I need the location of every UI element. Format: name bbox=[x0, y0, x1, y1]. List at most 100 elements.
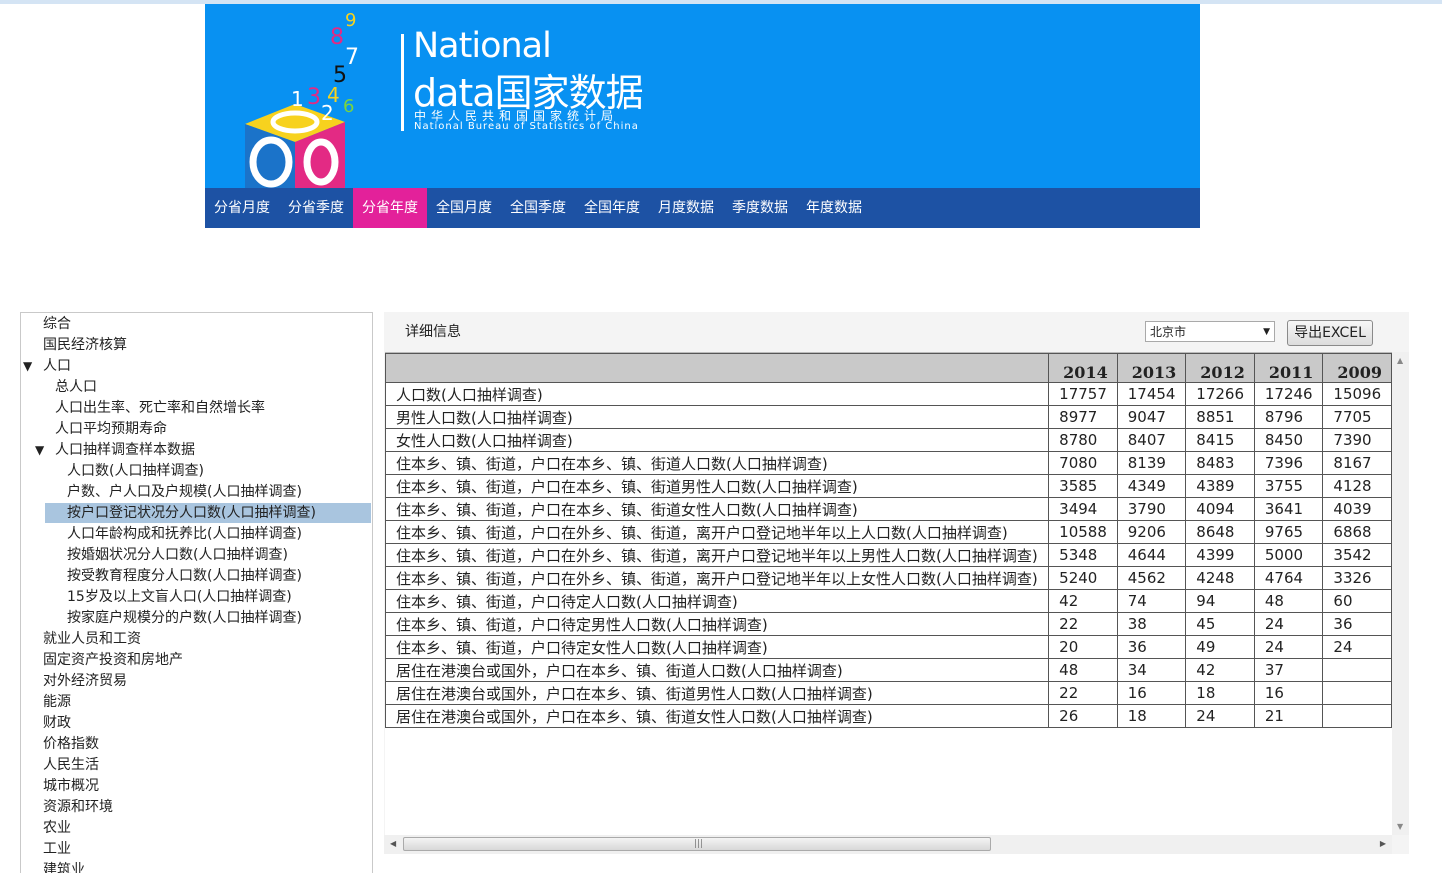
indicator-name-cell: 住本乡、镇、街道，户口在外乡、镇、街道，离开户口登记地半年以上人口数(人口抽样调… bbox=[385, 520, 1050, 544]
value-cell: 4039 bbox=[1322, 497, 1392, 521]
nav-item-3[interactable]: 全国月度 bbox=[427, 188, 501, 228]
column-header-year[interactable]: 2012 bbox=[1185, 353, 1255, 383]
indicator-name-cell: 居住在港澳台或国外，户口在本乡、镇、街道女性人口数(人口抽样调查) bbox=[385, 704, 1050, 728]
tree-item[interactable]: 总人口 bbox=[55, 377, 97, 397]
table-row: 居住在港澳台或国外，户口在本乡、镇、街道人口数(人口抽样调查) 48 34 42 37 bbox=[385, 658, 1392, 682]
value-cell: 4764 bbox=[1253, 566, 1324, 590]
digit-8: 8 bbox=[330, 25, 344, 50]
tree-item[interactable]: 按家庭户规模分的户数(人口抽样调查) bbox=[67, 608, 302, 628]
horizontal-scroll-thumb[interactable]: ||| bbox=[403, 837, 991, 851]
value-cell: 24 bbox=[1253, 612, 1324, 636]
nav-item-6[interactable]: 月度数据 bbox=[649, 188, 723, 228]
triangle-down-icon[interactable]: ▼ bbox=[35, 440, 44, 460]
value-cell: 5000 bbox=[1253, 543, 1324, 567]
value-cell: 8780 bbox=[1048, 428, 1118, 452]
value-cell bbox=[1322, 658, 1392, 682]
tree-item[interactable]: 按户口登记状况分人口数(人口抽样调查) bbox=[45, 503, 371, 523]
tree-item[interactable]: 国民经济核算 bbox=[43, 335, 127, 355]
value-cell: 42 bbox=[1048, 589, 1118, 613]
value-cell: 3790 bbox=[1116, 497, 1187, 521]
table-row: 人口数(人口抽样调查) 17757 17454 17266 17246 15096 bbox=[385, 382, 1392, 406]
tree-item[interactable]: 按婚姻状况分人口数(人口抽样调查) bbox=[67, 545, 288, 565]
indicator-name-cell: 女性人口数(人口抽样调查) bbox=[385, 428, 1050, 452]
panel-title: 详细信息 bbox=[405, 324, 461, 340]
value-cell: 8139 bbox=[1116, 451, 1187, 475]
tree-item[interactable]: 人口数(人口抽样调查) bbox=[67, 461, 204, 481]
tree-item[interactable]: 价格指数 bbox=[43, 734, 99, 754]
nav-item-7[interactable]: 季度数据 bbox=[723, 188, 797, 228]
value-cell: 3585 bbox=[1048, 474, 1118, 498]
logo-divider bbox=[401, 34, 404, 131]
value-cell: 17266 bbox=[1185, 382, 1255, 406]
tree-item[interactable]: 人口出生率、死亡率和自然增长率 bbox=[55, 398, 265, 418]
value-cell: 8648 bbox=[1185, 520, 1255, 544]
indicator-name-cell: 住本乡、镇、街道，户口在外乡、镇、街道，离开户口登记地半年以上男性人口数(人口抽… bbox=[385, 543, 1050, 567]
arrow-up-icon[interactable]: ▲ bbox=[1397, 356, 1403, 365]
table-row: 居住在港澳台或国外，户口在本乡、镇、街道男性人口数(人口抽样调查) 22 16 18 1… bbox=[385, 681, 1392, 705]
tree-item[interactable]: 15岁及以上文盲人口(人口抽样调查) bbox=[67, 587, 292, 607]
value-cell bbox=[1322, 681, 1392, 705]
tree-item[interactable]: 财政 bbox=[43, 713, 71, 733]
value-cell: 16 bbox=[1116, 681, 1187, 705]
value-cell: 24 bbox=[1253, 635, 1324, 659]
tree-item[interactable]: 按受教育程度分人口数(人口抽样调查) bbox=[67, 566, 302, 586]
tree-item[interactable]: 人民生活 bbox=[43, 755, 99, 775]
tree-item[interactable]: 综合 bbox=[43, 314, 71, 334]
export-excel-button[interactable]: 导出EXCEL bbox=[1287, 320, 1373, 346]
value-cell: 6868 bbox=[1322, 520, 1392, 544]
tree-item[interactable]: 工业 bbox=[43, 839, 71, 859]
value-cell: 15096 bbox=[1322, 382, 1392, 406]
value-cell: 18 bbox=[1185, 681, 1255, 705]
tree-item[interactable]: 对外经济贸易 bbox=[43, 671, 127, 691]
table-row: 住本乡、镇、街道，户口待定男性人口数(人口抽样调查) 22 38 45 24 36 bbox=[385, 612, 1392, 636]
table-row: 男性人口数(人口抽样调查) 8977 9047 8851 8796 7705 bbox=[385, 405, 1392, 429]
vertical-scrollbar[interactable]: ▲ ▼ bbox=[1392, 352, 1409, 835]
tree-item[interactable]: 固定资产投资和房地产 bbox=[43, 650, 183, 670]
value-cell: 7705 bbox=[1322, 405, 1392, 429]
value-cell: 45 bbox=[1185, 612, 1255, 636]
tree-item[interactable]: 农业 bbox=[43, 818, 71, 838]
nav-item-2[interactable]: 分省年度 bbox=[353, 188, 427, 228]
tree-item[interactable]: 就业人员和工资 bbox=[43, 629, 141, 649]
digit-6: 6 bbox=[343, 96, 354, 117]
indicator-name-cell: 居住在港澳台或国外，户口在本乡、镇、街道人口数(人口抽样调查) bbox=[385, 658, 1050, 682]
arrow-right-icon[interactable]: ▶ bbox=[1380, 839, 1386, 848]
main-nav: 分省月度 分省季度 分省年度 全国月度 全国季度 全国年度 月度数据 季度数据 年度数据 bbox=[205, 188, 1200, 228]
tree-item[interactable]: 城市概况 bbox=[43, 776, 99, 796]
horizontal-scrollbar[interactable]: ◀ ||| ▶ bbox=[384, 835, 1392, 854]
column-header-year[interactable]: 2011 bbox=[1253, 353, 1324, 383]
nav-item-4[interactable]: 全国季度 bbox=[501, 188, 575, 228]
column-header-year[interactable]: 2013 bbox=[1116, 353, 1187, 383]
region-select[interactable]: 北京市 ▼ bbox=[1145, 321, 1275, 342]
tree-item[interactable]: 建筑业 bbox=[43, 860, 85, 873]
value-cell: 22 bbox=[1048, 612, 1118, 636]
nav-item-1[interactable]: 分省季度 bbox=[279, 188, 353, 228]
nav-item-8[interactable]: 年度数据 bbox=[797, 188, 871, 228]
detail-panel: 详细信息 北京市 ▼ 导出EXCEL 2014 2013 2012 2011 2009 … bbox=[384, 312, 1409, 854]
value-cell: 4248 bbox=[1185, 566, 1255, 590]
tree-item[interactable]: 人口平均预期寿命 bbox=[55, 419, 167, 439]
value-cell: 36 bbox=[1322, 612, 1392, 636]
tree-item[interactable]: 人口抽样调查样本数据 bbox=[55, 440, 195, 460]
value-cell: 42 bbox=[1185, 658, 1255, 682]
tree-item[interactable]: 能源 bbox=[43, 692, 71, 712]
tree-item[interactable]: 资源和环境 bbox=[43, 797, 113, 817]
arrow-down-icon[interactable]: ▼ bbox=[1397, 822, 1403, 831]
indicator-name-cell: 住本乡、镇、街道，户口待定人口数(人口抽样调查) bbox=[385, 589, 1050, 613]
value-cell: 8415 bbox=[1185, 428, 1255, 452]
value-cell: 8167 bbox=[1322, 451, 1392, 475]
tree-item[interactable]: 人口 bbox=[43, 356, 71, 376]
region-select-value: 北京市 bbox=[1150, 325, 1187, 339]
triangle-down-icon[interactable]: ▼ bbox=[23, 356, 32, 376]
value-cell: 7396 bbox=[1253, 451, 1324, 475]
grip-icon: ||| bbox=[694, 839, 704, 849]
arrow-left-icon[interactable]: ◀ bbox=[390, 839, 396, 848]
column-header-year[interactable]: 2014 bbox=[1048, 353, 1118, 383]
nav-item-0[interactable]: 分省月度 bbox=[205, 188, 279, 228]
nav-item-5[interactable]: 全国年度 bbox=[575, 188, 649, 228]
column-header-year[interactable]: 2009 bbox=[1322, 353, 1392, 383]
indicator-name-cell: 男性人口数(人口抽样调查) bbox=[385, 405, 1050, 429]
digit-9: 9 bbox=[345, 10, 356, 31]
tree-item[interactable]: 户数、户人口及户规模(人口抽样调查) bbox=[67, 482, 302, 502]
tree-item[interactable]: 人口年龄构成和抚养比(人口抽样调查) bbox=[67, 524, 302, 544]
